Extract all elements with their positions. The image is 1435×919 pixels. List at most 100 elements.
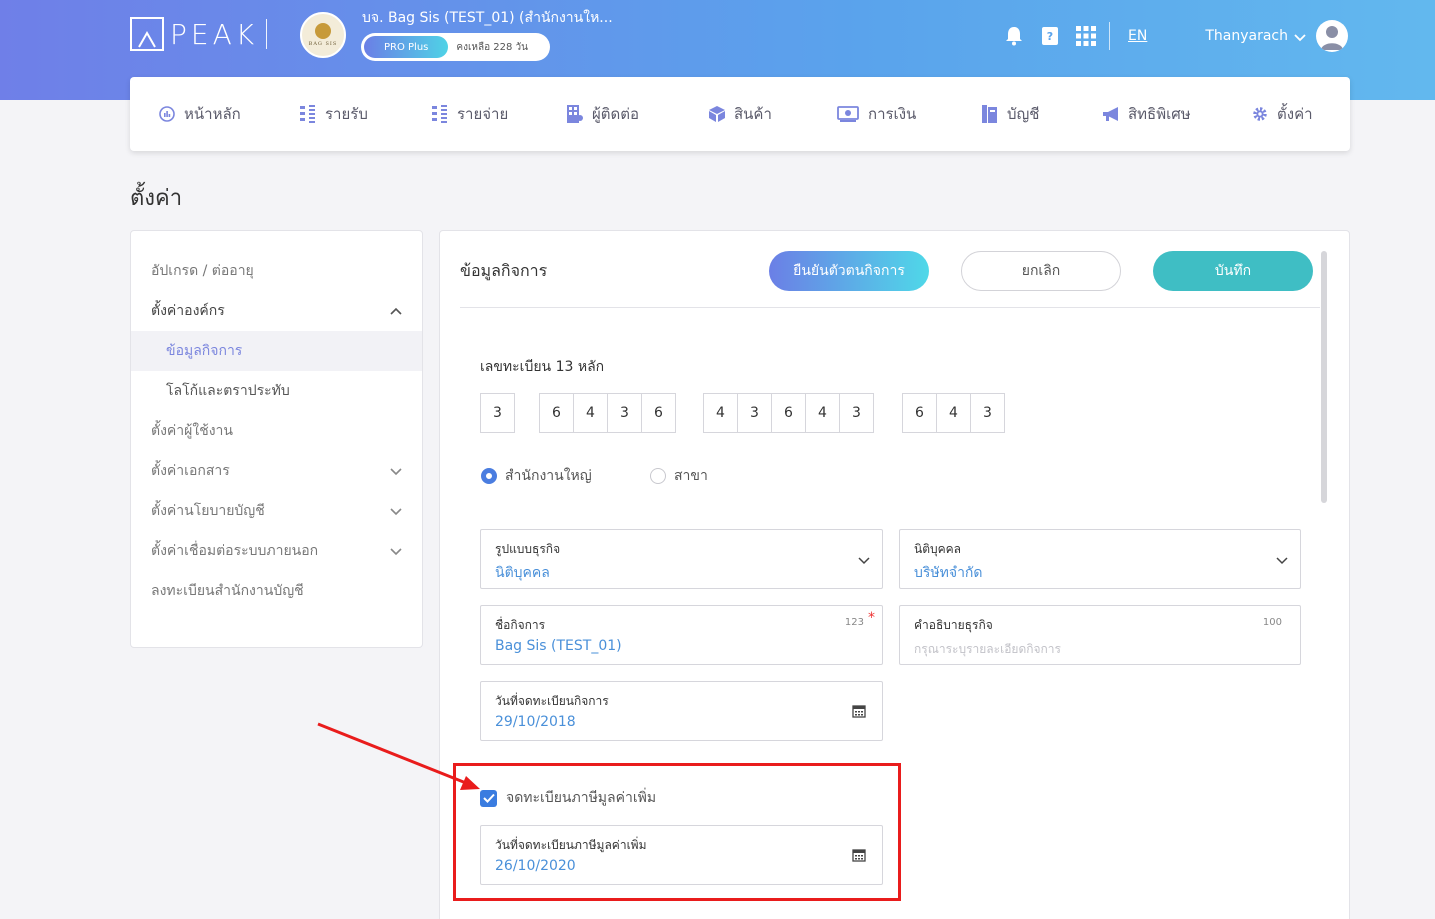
ledger-icon (981, 105, 999, 123)
chevron-down-icon (390, 548, 402, 556)
nav-item-income[interactable]: รายรับ (299, 77, 368, 151)
chevron-down-icon (1276, 557, 1288, 565)
tax-id-digit[interactable]: 3 (970, 393, 1005, 433)
nav-item-privileges[interactable]: สิทธิพิเศษ (1102, 77, 1191, 151)
plan-badge: PRO Plus (364, 36, 449, 58)
field-label: คำอธิบายธุรกิจ (914, 618, 993, 632)
tax-id-digit[interactable]: 3 (607, 393, 642, 433)
peak-logo[interactable]: PEAK (130, 17, 268, 51)
logo-mark-icon (130, 17, 164, 51)
tax-id-digit[interactable]: 3 (737, 393, 772, 433)
settings-sidebar: อัปเกรด / ต่ออายุ ตั้งค่าองค์กร ข้อมูลกิ… (130, 230, 423, 648)
field-label: วันที่จดทะเบียนกิจการ (495, 694, 609, 708)
tax-id-digit[interactable]: 4 (703, 393, 738, 433)
income-icon (299, 105, 317, 123)
nav-item-contacts[interactable]: ผู้ติดต่อ (566, 77, 639, 151)
field-value: 29/10/2018 (495, 714, 576, 730)
company-name[interactable]: บจ. Bag Sis (TEST_01) (สำนักงานให... (362, 7, 613, 29)
user-name[interactable]: Thanyarach (1205, 28, 1288, 44)
scrollbar[interactable] (1321, 251, 1327, 503)
sidebar-item-accounting-policy[interactable]: ตั้งค่านโยบายบัญชี (131, 491, 422, 531)
sidebar-item-business-info[interactable]: ข้อมูลกิจการ (131, 331, 422, 371)
sidebar-item-documents[interactable]: ตั้งค่าเอกสาร (131, 451, 422, 491)
page-title: ตั้งค่า (130, 186, 183, 211)
apps-grid-icon[interactable] (1075, 25, 1097, 47)
chevron-down-icon (390, 468, 402, 476)
field-label: รูปแบบธุรกิจ (495, 542, 561, 556)
chevron-down-icon[interactable] (1294, 27, 1306, 46)
sidebar-item-register-firm[interactable]: ลงทะเบียนสำนักงานบัญชี (131, 571, 422, 611)
field-label: ชื่อกิจการ (495, 618, 546, 632)
business-description-field[interactable]: คำอธิบายธุรกิจ 100 กรุณาระบุรายละเอียดกิ… (899, 605, 1301, 665)
nav-label: สินค้า (734, 105, 772, 123)
divider (460, 307, 1320, 308)
radio-selected-icon (481, 468, 497, 484)
sidebar-item-organization[interactable]: ตั้งค่าองค์กร (131, 291, 422, 331)
sidebar-item-integrations[interactable]: ตั้งค่าเชื่อมต่อระบบภายนอก (131, 531, 422, 571)
nav-item-finance[interactable]: การเงิน (836, 77, 916, 151)
tax-id-group-1: 3 (480, 393, 515, 433)
expense-icon (431, 105, 449, 123)
business-type-select[interactable]: รูปแบบธุรกิจ นิติบุคคล (480, 529, 883, 589)
char-counter: 123 (844, 617, 864, 628)
sidebar-item-logo-stamp[interactable]: โลโก้และตราประทับ (131, 371, 422, 411)
tax-id-digit[interactable]: 4 (805, 393, 840, 433)
tax-id-digit[interactable]: 6 (641, 393, 676, 433)
tax-id-digit[interactable]: 6 (771, 393, 806, 433)
sidebar-item-label: ตั้งค่าเชื่อมต่อระบบภายนอก (151, 543, 319, 559)
field-label: นิติบุคคล (914, 542, 962, 556)
help-book-icon[interactable]: ? (1039, 25, 1061, 47)
logo-text: PEAK (170, 17, 259, 51)
registration-date-field[interactable]: วันที่จดทะเบียนกิจการ 29/10/2018 (480, 681, 883, 741)
tax-id-digit[interactable]: 4 (573, 393, 608, 433)
chevron-down-icon (390, 508, 402, 516)
nav-item-settings[interactable]: ตั้งค่า (1251, 77, 1313, 151)
user-avatar-icon[interactable] (1315, 20, 1348, 52)
nav-item-expense[interactable]: รายจ่าย (431, 77, 508, 151)
calendar-icon[interactable] (852, 704, 866, 718)
nav-label: บัญชี (1007, 105, 1040, 123)
nav-label: ตั้งค่า (1277, 105, 1313, 123)
svg-text:?: ? (1047, 30, 1053, 43)
tax-id-digit[interactable]: 6 (539, 393, 574, 433)
verify-business-button[interactable]: ยืนยันตัวตนกิจการ (769, 251, 929, 291)
radio-branch[interactable]: สาขา (650, 465, 708, 487)
plan-status: PRO Plus คงเหลือ 228 วัน (361, 33, 550, 61)
tax-id-digit[interactable]: 3 (480, 393, 515, 433)
header-actions: ? EN Thanyarach (1003, 20, 1348, 52)
nav-label: รายจ่าย (457, 105, 509, 123)
radio-unselected-icon (650, 468, 666, 484)
bell-icon[interactable] (1003, 25, 1025, 47)
juristic-type-select[interactable]: นิติบุคคล บริษัทจำกัด (899, 529, 1301, 589)
product-box-icon (708, 105, 726, 123)
chevron-up-icon (390, 307, 402, 315)
tax-id-group-4: 6 4 3 (902, 393, 1005, 433)
nav-label: ผู้ติดต่อ (592, 105, 640, 123)
annotation-highlight-box (453, 763, 901, 901)
sidebar-item-label: ตั้งค่าองค์กร (151, 303, 225, 319)
radio-head-office[interactable]: สำนักงานใหญ่ (481, 465, 592, 487)
required-mark: * (868, 610, 875, 626)
sidebar-item-label: ตั้งค่านโยบายบัญชี (151, 503, 265, 519)
field-placeholder: กรุณาระบุรายละเอียดกิจการ (914, 642, 1061, 656)
field-value: บริษัทจำกัด (914, 565, 983, 581)
sidebar-item-upgrade[interactable]: อัปเกรด / ต่ออายุ (131, 251, 422, 291)
cancel-button[interactable]: ยกเลิก (961, 251, 1121, 291)
save-button[interactable]: บันทึก (1153, 251, 1313, 291)
language-switch[interactable]: EN (1128, 28, 1147, 44)
sidebar-item-users[interactable]: ตั้งค่าผู้ใช้งาน (131, 411, 422, 451)
gear-icon (1251, 105, 1269, 123)
nav-item-products[interactable]: สินค้า (708, 77, 772, 151)
business-name-field[interactable]: ชื่อกิจการ 123 * Bag Sis (TEST_01) (480, 605, 883, 665)
header-divider (1109, 22, 1110, 50)
tax-id-digit[interactable]: 4 (936, 393, 971, 433)
company-avatar[interactable]: BAG SIS (300, 12, 346, 58)
nav-label: รายรับ (325, 105, 368, 123)
nav-label: การเงิน (868, 105, 917, 123)
nav-item-home[interactable]: หน้าหลัก (158, 77, 241, 151)
tax-id-digit[interactable]: 6 (902, 393, 937, 433)
tax-id-digit[interactable]: 3 (839, 393, 874, 433)
company-logo-icon (315, 23, 331, 39)
char-counter: 100 (1262, 617, 1282, 628)
nav-item-accounting[interactable]: บัญชี (981, 77, 1039, 151)
